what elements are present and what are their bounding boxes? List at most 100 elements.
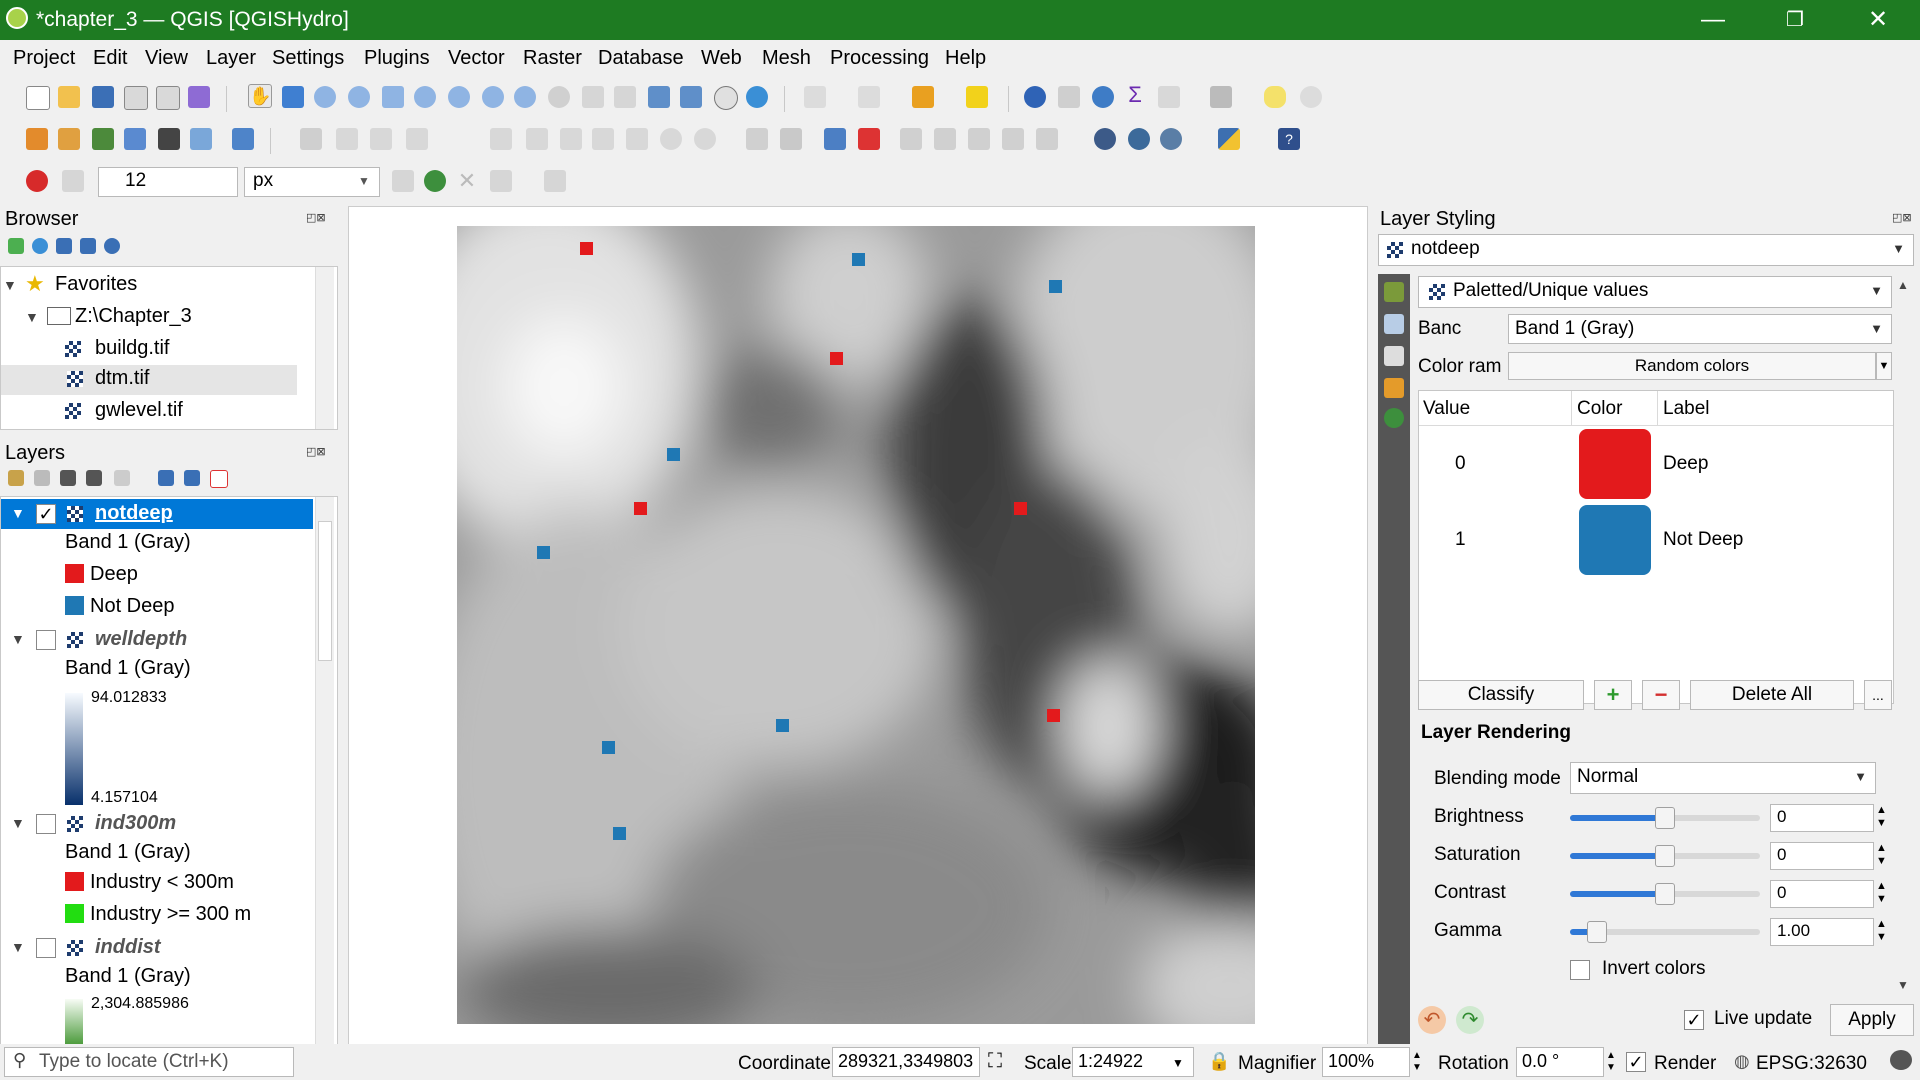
python-console-icon[interactable] xyxy=(1218,128,1240,150)
menu-help[interactable]: Help xyxy=(945,47,986,70)
filter-icon[interactable] xyxy=(56,238,72,254)
map-tips-icon[interactable] xyxy=(1264,86,1286,108)
layout-manager-icon[interactable] xyxy=(156,86,180,110)
gamma-slider-handle[interactable] xyxy=(1586,921,1607,943)
delete-selected-icon[interactable] xyxy=(526,128,548,150)
add-group-icon[interactable] xyxy=(34,470,50,486)
histogram-tab-icon[interactable] xyxy=(1384,346,1404,366)
snapping-mode-icon[interactable] xyxy=(62,170,84,192)
apply-button[interactable]: Apply xyxy=(1830,1004,1914,1036)
history-tab-icon[interactable] xyxy=(1384,378,1404,398)
contrast-spin-icon[interactable]: ▲ ▼ xyxy=(1876,880,1887,906)
select-features-icon[interactable] xyxy=(858,86,880,108)
color-ramp-dropdown[interactable]: ▼ xyxy=(1876,352,1892,380)
menu-settings[interactable]: Settings xyxy=(272,47,344,70)
close-button[interactable]: ✕ xyxy=(1838,0,1918,40)
layer-item-inddist[interactable]: ▼ inddist xyxy=(1,933,313,963)
zoom-full-icon[interactable] xyxy=(382,86,404,108)
new-map-view-icon[interactable] xyxy=(582,86,604,108)
brightness-input[interactable]: 0 xyxy=(1770,804,1874,832)
new-project-icon[interactable] xyxy=(26,86,50,110)
class-color-swatch[interactable] xyxy=(1579,505,1651,575)
zoom-selection-icon[interactable] xyxy=(414,86,436,108)
classify-button[interactable]: Classify xyxy=(1418,680,1584,710)
renderer-select[interactable]: Paletted/Unique values ▼ xyxy=(1418,276,1892,308)
crs-label[interactable]: EPSG:32630 xyxy=(1756,1053,1867,1075)
layer-item-ind300m[interactable]: ▼ ind300m xyxy=(1,809,313,839)
advanced-digitizing-icon[interactable] xyxy=(544,170,566,192)
contrast-input[interactable]: 0 xyxy=(1770,880,1874,908)
filter-expression-icon[interactable] xyxy=(114,470,130,486)
messages-icon[interactable] xyxy=(1890,1050,1912,1070)
contrast-slider[interactable] xyxy=(1570,883,1760,905)
style-panel-icon[interactable] xyxy=(8,470,24,486)
add-feature-icon[interactable] xyxy=(370,128,392,150)
identify-features-icon[interactable] xyxy=(1024,86,1046,108)
locator-search-input[interactable]: ⚲ Type to locate (Ctrl+K) xyxy=(4,1047,294,1077)
statistical-summary-icon[interactable]: Σ xyxy=(1124,84,1146,106)
pan-to-selection-icon[interactable] xyxy=(282,86,304,108)
processing-toolbox-icon[interactable] xyxy=(1092,86,1114,108)
minimize-button[interactable]: — xyxy=(1673,0,1753,40)
symbology-tab-icon[interactable] xyxy=(1384,282,1404,302)
properties-icon[interactable] xyxy=(104,238,120,254)
label-toolbar-icon[interactable] xyxy=(746,128,768,150)
saturation-slider[interactable] xyxy=(1570,845,1760,867)
styling-layer-select[interactable]: notdeep ▼ xyxy=(1378,234,1914,266)
new-geopackage-icon[interactable] xyxy=(58,128,80,150)
identify-area-icon[interactable] xyxy=(804,86,826,108)
saturation-slider-handle[interactable] xyxy=(1655,845,1675,867)
cut-features-icon[interactable] xyxy=(560,128,582,150)
new-print-layout-icon[interactable] xyxy=(124,86,148,110)
scroll-down-icon[interactable]: ▼ xyxy=(1897,978,1909,992)
styling-scrollbar[interactable]: ▲ ▼ xyxy=(1894,274,1912,998)
menu-processing[interactable]: Processing xyxy=(830,47,929,70)
zoom-native-icon[interactable] xyxy=(482,86,504,108)
move-label-icon[interactable] xyxy=(968,128,990,150)
add-delimited-layer-icon[interactable] xyxy=(124,128,146,150)
table-row[interactable]: 1 Not Deep xyxy=(1419,503,1893,577)
layer-labeling-icon[interactable] xyxy=(824,128,846,150)
crs-globe-icon[interactable]: ◍ xyxy=(1734,1051,1750,1072)
measure-line-icon[interactable] xyxy=(1210,86,1232,108)
scrollbar-thumb[interactable] xyxy=(318,521,332,661)
zoom-next-icon[interactable] xyxy=(548,86,570,108)
remove-layer-icon[interactable] xyxy=(210,470,228,488)
undo-icon[interactable] xyxy=(660,128,682,150)
layer-visibility-checkbox[interactable] xyxy=(36,814,56,834)
live-update-checkbox[interactable]: ✓ xyxy=(1684,1010,1704,1030)
refresh-icon[interactable] xyxy=(746,86,768,108)
saturation-input[interactable]: 0 xyxy=(1770,842,1874,870)
collapse-all-icon[interactable] xyxy=(184,470,200,486)
snapping-tolerance-input[interactable]: 12 xyxy=(98,167,238,197)
brightness-slider-handle[interactable] xyxy=(1655,807,1675,829)
modify-attributes-icon[interactable] xyxy=(490,128,512,150)
pin-labels-icon[interactable] xyxy=(900,128,922,150)
add-spatialite-icon[interactable] xyxy=(158,128,180,150)
brightness-slider[interactable] xyxy=(1570,807,1760,829)
browser-dock-buttons[interactable]: ◰⊠ xyxy=(306,211,326,224)
snapping-intersection-icon[interactable] xyxy=(424,170,446,192)
copy-features-icon[interactable] xyxy=(592,128,614,150)
snapping-magnet-icon[interactable] xyxy=(26,170,48,192)
toggle-extents-icon[interactable]: ⛶ xyxy=(988,1050,1002,1073)
layer-item-welldepth[interactable]: ▼ welldepth xyxy=(1,625,313,655)
restore-button[interactable]: ❐ xyxy=(1755,0,1835,40)
open-field-calculator-icon[interactable] xyxy=(1058,86,1080,108)
menu-web[interactable]: Web xyxy=(701,47,742,70)
georeferencer-icon[interactable] xyxy=(1094,128,1116,150)
data-source-manager-icon[interactable] xyxy=(26,128,48,150)
temporal-controller-icon[interactable] xyxy=(714,86,738,110)
add-selected-layers-icon[interactable] xyxy=(8,238,24,254)
new-bookmark-icon[interactable] xyxy=(648,86,670,108)
table-row[interactable]: 0 Deep xyxy=(1419,427,1893,501)
map-canvas[interactable] xyxy=(348,206,1368,1046)
manage-themes-icon[interactable] xyxy=(60,470,76,486)
map-svg[interactable] xyxy=(349,207,1367,1045)
refresh-icon[interactable] xyxy=(32,238,48,254)
gamma-slider[interactable] xyxy=(1570,921,1760,943)
locate-tool-icon[interactable] xyxy=(1300,86,1322,108)
layer-visibility-checkbox[interactable] xyxy=(36,630,56,650)
menu-project[interactable]: Project xyxy=(13,47,75,70)
gamma-input[interactable]: 1.00 xyxy=(1770,918,1874,946)
